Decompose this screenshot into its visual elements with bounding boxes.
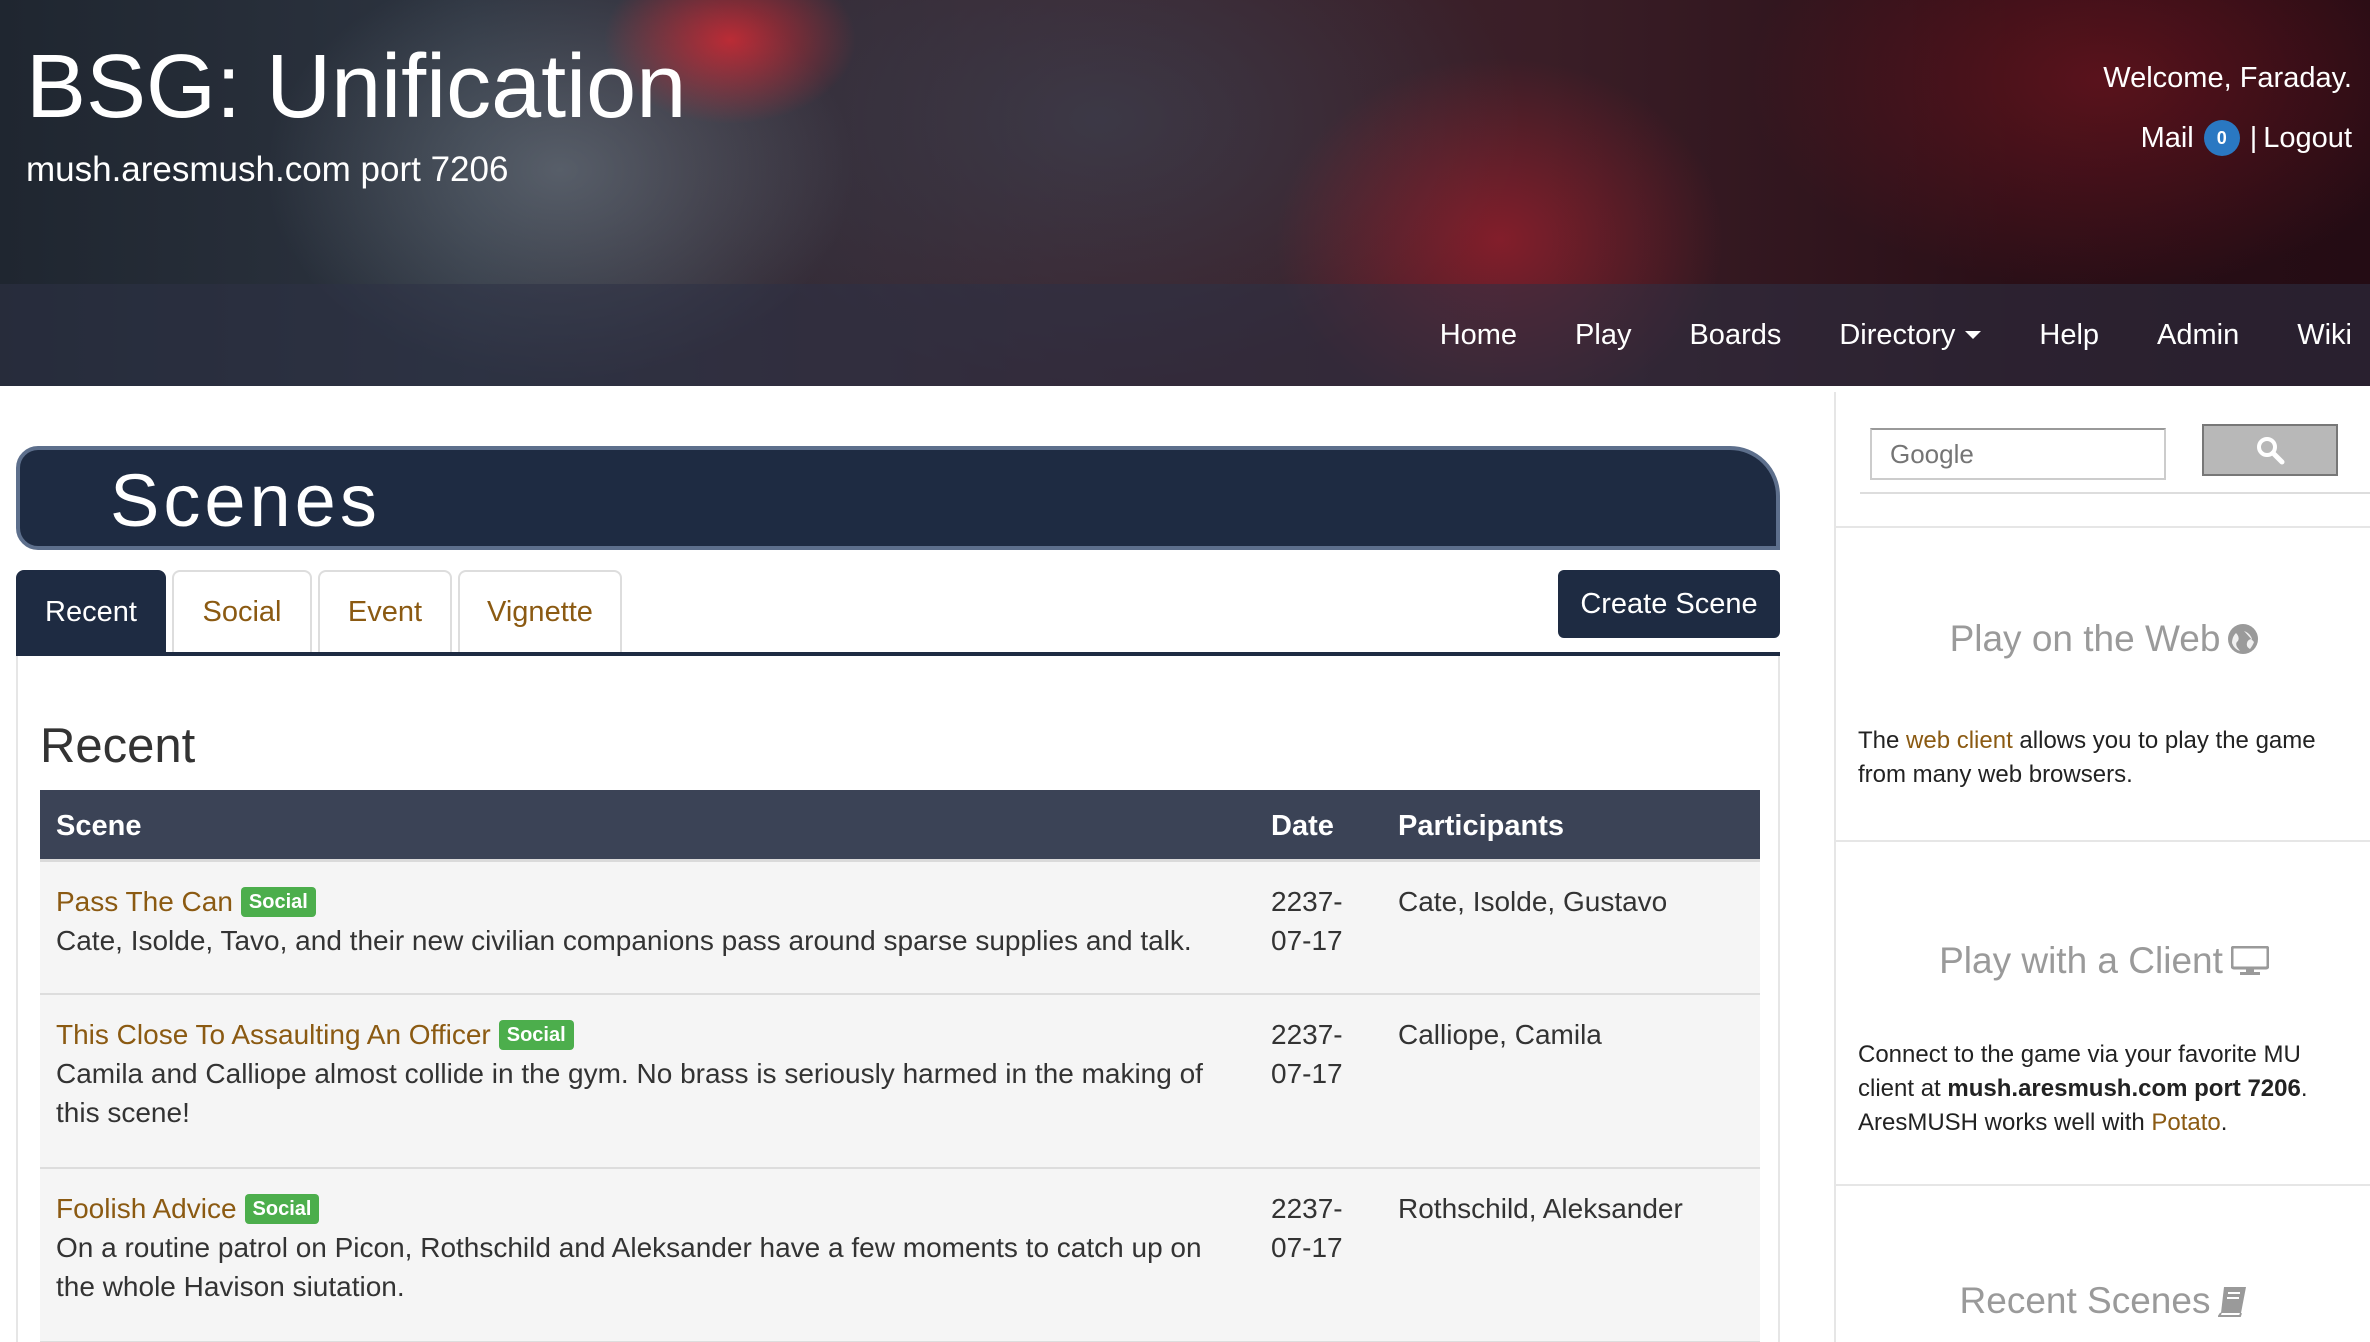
play-web-heading-text: Play on the Web: [1949, 618, 2221, 659]
scene-summary: Cate, Isolde, Tavo, and their new civili…: [56, 925, 1192, 956]
search-button[interactable]: [2202, 424, 2338, 476]
mail-link[interactable]: Mail: [2141, 122, 2194, 155]
book-icon: [2217, 1284, 2248, 1317]
table-row: This Close To Assaulting An Officer Socia…: [40, 995, 1760, 1169]
nav-directory[interactable]: Directory: [1810, 319, 2010, 352]
column-header-scene[interactable]: Scene: [56, 810, 141, 843]
play-client-heading-text: Play with a Client: [1939, 940, 2223, 981]
nav-boards[interactable]: Boards: [1660, 319, 1810, 352]
game-address: mush.aresmush.com port 7206: [1947, 1075, 2301, 1102]
scene-date-monthday: 07-17: [1271, 925, 1343, 956]
recent-scenes-heading[interactable]: Recent Scenes: [1836, 1280, 2370, 1322]
main-navbar: Home Play Boards Directory Help Admin Wi…: [0, 284, 2370, 386]
play-web-text: The web client allows you to play the ga…: [1858, 724, 2358, 792]
scene-date: 2237- 07-17: [1271, 1189, 1351, 1267]
monitor-icon: [2230, 943, 2270, 975]
play-client-panel: Play with a Client Connect to the game v…: [1834, 842, 2370, 1186]
search-panel: [1834, 392, 2370, 528]
play-web-heading: Play on the Web: [1836, 618, 2370, 660]
scene-participants: Calliope, Camila: [1398, 1019, 1602, 1050]
search-input[interactable]: [1870, 428, 2166, 480]
nav-home[interactable]: Home: [1411, 319, 1546, 352]
welcome-text: Welcome, Faraday.: [2103, 62, 2352, 94]
user-links: Mail 0 | Logout: [2141, 120, 2352, 156]
nav-admin[interactable]: Admin: [2128, 319, 2268, 352]
site-address: mush.aresmush.com port 7206: [26, 150, 509, 189]
table-header: Scene Date Participants: [40, 790, 1760, 862]
scene-date-monthday: 07-17: [1271, 1058, 1343, 1089]
nav-play[interactable]: Play: [1546, 319, 1660, 352]
site-title[interactable]: BSG: Unification: [26, 36, 686, 139]
scene-cell: This Close To Assaulting An Officer Socia…: [56, 1015, 1246, 1132]
page-banner: Scenes: [16, 446, 1780, 550]
column-header-date[interactable]: Date: [1271, 810, 1334, 843]
scene-date-monthday: 07-17: [1271, 1232, 1343, 1263]
scene-date: 2237- 07-17: [1271, 1015, 1351, 1093]
nav-help[interactable]: Help: [2010, 319, 2128, 352]
recent-scenes-heading-text: Recent Scenes: [1959, 1280, 2211, 1321]
table-row: Pass The Can Social Cate, Isolde, Tavo, a…: [40, 862, 1760, 995]
nav-wiki[interactable]: Wiki: [2268, 319, 2352, 352]
sidebar: Play on the Web The web client allows yo…: [1834, 392, 2370, 1342]
tab-event[interactable]: Event: [318, 570, 452, 652]
scene-tabs: Recent Social Event Vignette: [16, 570, 1780, 656]
site-header: BSG: Unification mush.aresmush.com port …: [0, 0, 2370, 386]
tab-social[interactable]: Social: [172, 570, 312, 652]
mail-count-badge[interactable]: 0: [2203, 120, 2240, 156]
scene-title-link[interactable]: Pass The Can: [56, 886, 233, 917]
play-client-heading: Play with a Client: [1836, 940, 2370, 982]
caret-down-icon: [1965, 331, 1982, 339]
scene-type-badge: Social: [240, 887, 316, 917]
play-client-text: Connect to the game via your favorite MU…: [1858, 1038, 2358, 1140]
scenes-content: Recent Scene Date Participants Pass The …: [16, 656, 1780, 1342]
nav-list: Home Play Boards Directory Help Admin Wi…: [1411, 284, 2352, 386]
scene-summary: Camila and Calliope almost collide in th…: [56, 1058, 1203, 1128]
create-scene-button[interactable]: Create Scene: [1558, 570, 1780, 638]
play-web-text-before: The: [1858, 727, 1907, 754]
tab-recent[interactable]: Recent: [16, 570, 166, 652]
scene-participants: Rothschild, Aleksander: [1398, 1193, 1683, 1224]
scene-date: 2237- 07-17: [1271, 882, 1351, 960]
scenes-table: Scene Date Participants Pass The Can Soci…: [40, 790, 1760, 1342]
play-web-panel: Play on the Web The web client allows yo…: [1834, 528, 2370, 842]
scene-date-year: 2237-: [1271, 1193, 1343, 1224]
globe-icon: [2228, 624, 2259, 654]
tab-vignette[interactable]: Vignette: [458, 570, 622, 652]
play-client-text-after: .: [2220, 1109, 2228, 1136]
scene-cell: Foolish Advice Social On a routine patrol…: [56, 1189, 1246, 1306]
scene-participants: Cate, Isolde, Gustavo: [1398, 886, 1668, 917]
scene-title-link[interactable]: This Close To Assaulting An Officer: [56, 1019, 491, 1050]
logout-link[interactable]: Logout: [2263, 122, 2352, 155]
scene-title-link[interactable]: Foolish Advice: [56, 1193, 237, 1224]
potato-link[interactable]: Potato: [2151, 1109, 2220, 1136]
scene-type-badge: Social: [498, 1020, 574, 1050]
recent-scenes-panel: Recent Scenes: [1834, 1186, 2370, 1342]
scene-date-year: 2237-: [1271, 1019, 1343, 1050]
search-icon: [2257, 437, 2285, 465]
scene-summary: On a routine patrol on Picon, Rothschild…: [56, 1232, 1202, 1302]
table-row: Foolish Advice Social On a routine patrol…: [40, 1169, 1760, 1342]
scene-cell: Pass The Can Social Cate, Isolde, Tavo, a…: [56, 882, 1246, 960]
section-heading: Recent: [40, 719, 196, 773]
column-header-participants[interactable]: Participants: [1398, 810, 1564, 843]
scene-date-year: 2237-: [1271, 886, 1343, 917]
nav-directory-label: Directory: [1839, 318, 1956, 351]
page-title: Scenes: [110, 459, 381, 542]
web-client-link[interactable]: web client: [1906, 727, 2013, 754]
divider: [1860, 492, 2370, 494]
user-links-separator: |: [2249, 121, 2258, 154]
scene-type-badge: Social: [244, 1194, 320, 1224]
